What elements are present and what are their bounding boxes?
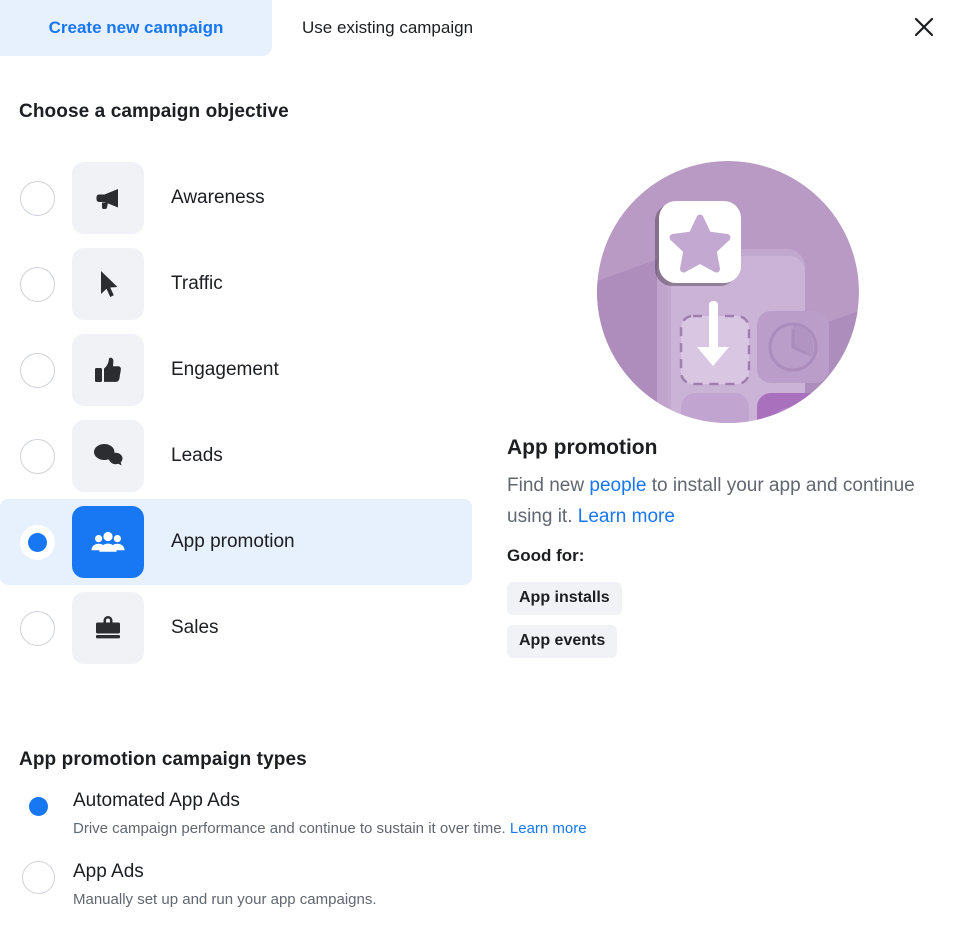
objective-radio-app-promotion[interactable] (20, 524, 55, 560)
cursor-icon (101, 271, 118, 297)
learn-more-link-automated-app-ads[interactable]: Learn more (510, 820, 587, 837)
objective-row-traffic[interactable]: Traffic (0, 241, 472, 327)
info-panel-description: Find new people to install your app and … (507, 470, 917, 532)
info-desc-text-1: Find new (507, 475, 590, 496)
app-promotion-illustration (597, 161, 859, 423)
shopping-bag-icon (96, 616, 120, 639)
people-group-icon-tile (72, 506, 144, 578)
objective-radio-leads[interactable] (20, 438, 55, 474)
objective-row-leads[interactable]: Leads (0, 413, 472, 499)
objective-radio-awareness[interactable] (20, 180, 55, 216)
objective-row-sales[interactable]: Sales (0, 585, 472, 671)
objective-row-engagement[interactable]: Engagement (0, 327, 472, 413)
campaign-types-title: App promotion campaign types (19, 749, 307, 770)
close-button[interactable] (906, 9, 942, 45)
objective-label-awareness: Awareness (171, 187, 265, 208)
objective-row-app-promotion[interactable]: App promotion (0, 499, 472, 585)
campaign-type-desc-text-automated: Drive campaign performance and continue … (73, 820, 510, 837)
campaign-type-label-automated-app-ads: Automated App Ads (73, 790, 240, 811)
objective-label-leads: Leads (171, 445, 223, 466)
chat-bubbles-icon-tile (72, 420, 144, 492)
campaign-type-radio-automated-app-ads[interactable] (22, 790, 55, 823)
campaign-type-row-automated-app-ads[interactable]: Automated App Ads Drive campaign perform… (0, 788, 780, 839)
megaphone-icon (96, 189, 118, 210)
objective-radio-sales[interactable] (20, 610, 55, 646)
chat-bubbles-icon (94, 444, 123, 466)
objective-label-sales: Sales (171, 617, 219, 638)
tab-create-new-campaign-label: Create new campaign (48, 18, 224, 37)
campaign-type-desc-app-ads: Manually set up and run your app campaig… (73, 891, 377, 908)
objective-radio-traffic[interactable] (20, 266, 55, 302)
tab-use-existing-campaign[interactable]: Use existing campaign (272, 0, 532, 56)
megaphone-icon-tile (72, 162, 144, 234)
tab-bar: Create new campaign Use existing campaig… (0, 0, 960, 56)
shopping-bag-icon-tile (72, 592, 144, 664)
objective-radio-engagement[interactable] (20, 352, 55, 388)
objective-list: Awareness Traffic Engagement Leads App p… (0, 155, 472, 671)
close-icon (914, 17, 934, 37)
tab-create-new-campaign[interactable]: Create new campaign (0, 0, 272, 56)
people-link[interactable]: people (589, 475, 646, 496)
info-panel-title: App promotion (507, 436, 658, 459)
thumbs-up-icon (95, 357, 121, 382)
learn-more-link-info[interactable]: Learn more (578, 506, 675, 527)
objective-label-traffic: Traffic (171, 273, 223, 294)
good-for-badges: App installs App events (507, 582, 622, 668)
campaign-type-text-app-ads: App Ads Manually set up and run your app… (73, 859, 377, 910)
campaign-type-row-app-ads[interactable]: App Ads Manually set up and run your app… (0, 859, 780, 910)
status-badge-app-events: App events (507, 625, 618, 658)
campaign-types-list: Automated App Ads Drive campaign perform… (0, 788, 780, 930)
tab-use-existing-campaign-label: Use existing campaign (302, 18, 474, 37)
cursor-icon-tile (72, 248, 144, 320)
objective-label-engagement: Engagement (171, 359, 279, 380)
thumbs-up-icon-tile (72, 334, 144, 406)
objective-row-awareness[interactable]: Awareness (0, 155, 472, 241)
campaign-type-desc-automated-app-ads: Drive campaign performance and continue … (73, 819, 587, 839)
campaign-type-radio-app-ads[interactable] (22, 861, 55, 894)
objective-label-app-promotion: App promotion (171, 531, 295, 552)
campaign-type-text-automated-app-ads: Automated App Ads Drive campaign perform… (73, 788, 587, 839)
good-for-label: Good for: (507, 546, 585, 565)
people-group-icon (91, 531, 125, 552)
status-badge-app-installs: App installs (507, 582, 622, 615)
campaign-type-label-app-ads: App Ads (73, 861, 144, 882)
objective-section-title: Choose a campaign objective (19, 101, 289, 122)
